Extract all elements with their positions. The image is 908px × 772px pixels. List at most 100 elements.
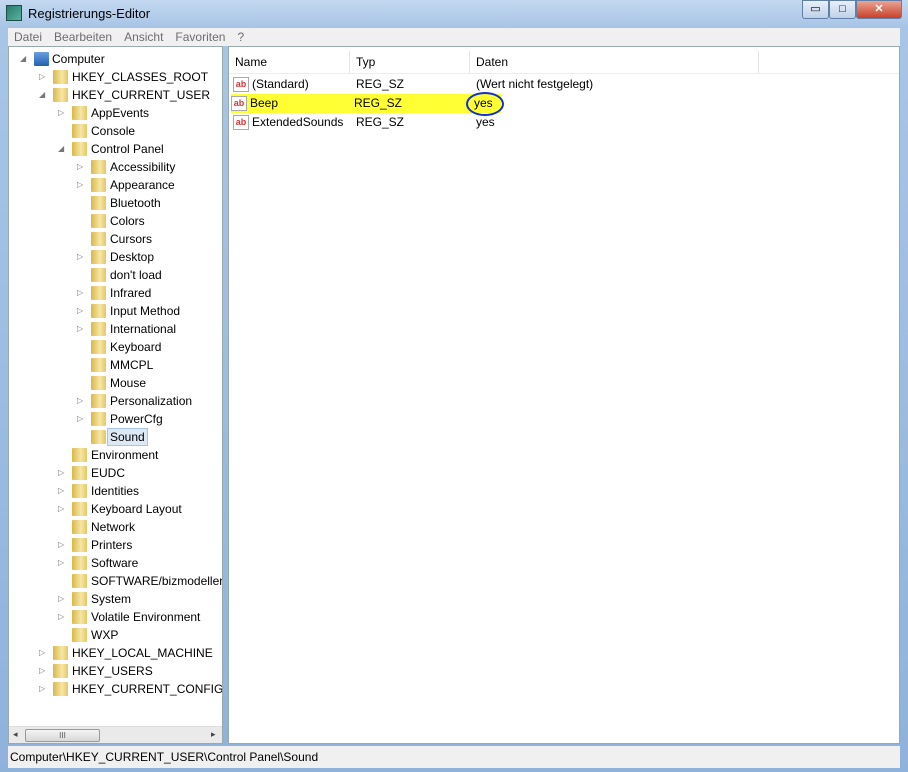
key-tree-pane: ◢ Computer ▷ HKEY_CLASSES_ROOT ◢ HKEY_CURRENT…: [8, 46, 223, 744]
menu-datei[interactable]: Datei: [14, 28, 48, 46]
collapsed-arrow-icon[interactable]: ▷: [77, 410, 87, 428]
collapsed-arrow-icon[interactable]: ▷: [77, 176, 87, 194]
tree-node-label: Software: [91, 556, 139, 570]
collapsed-arrow-icon[interactable]: ▷: [77, 248, 87, 266]
tree-node[interactable]: MMCPL: [9, 356, 222, 374]
menu-ansicht[interactable]: Ansicht: [124, 28, 169, 46]
tree-node[interactable]: ▷ Keyboard Layout: [9, 500, 222, 518]
tree-node[interactable]: ◢ Computer: [9, 50, 222, 68]
tree-node-label: HKEY_CURRENT_USER: [72, 88, 211, 102]
tree-node[interactable]: Environment: [9, 446, 222, 464]
menu-bar: Datei Bearbeiten Ansicht Favoriten ?: [8, 28, 900, 46]
tree-node[interactable]: Colors: [9, 212, 222, 230]
folder-icon: [91, 250, 106, 264]
folder-icon: [72, 520, 87, 534]
tree-node-label: HKEY_CURRENT_CONFIG: [72, 682, 223, 696]
menu-bearbeiten[interactable]: Bearbeiten: [54, 28, 118, 46]
tree-node[interactable]: ▷ Printers: [9, 536, 222, 554]
tree-node-label: Cursors: [110, 232, 153, 246]
minimize-button[interactable]: ▭: [802, 0, 829, 19]
tree-node[interactable]: ▷ HKEY_USERS: [9, 662, 222, 680]
collapsed-arrow-icon[interactable]: ▷: [39, 644, 49, 662]
tree-node[interactable]: Cursors: [9, 230, 222, 248]
collapsed-arrow-icon[interactable]: ▷: [58, 500, 68, 518]
tree-node[interactable]: ◢ HKEY_CURRENT_USER: [9, 86, 222, 104]
close-button[interactable]: ✕: [856, 0, 902, 19]
value-row[interactable]: ab (Standard) REG_SZ (Wert nicht festgelegt…: [233, 75, 901, 94]
collapsed-arrow-icon[interactable]: ▷: [77, 320, 87, 338]
tree-node[interactable]: ▷ Software: [9, 554, 222, 572]
tree-node[interactable]: ▷ Volatile Environment: [9, 608, 222, 626]
tree-node[interactable]: ▷ Desktop: [9, 248, 222, 266]
folder-icon: [72, 592, 87, 606]
expanded-arrow-icon[interactable]: ◢: [20, 50, 30, 68]
expanded-arrow-icon[interactable]: ◢: [39, 86, 49, 104]
tree-node-label: Mouse: [110, 376, 147, 390]
collapsed-arrow-icon[interactable]: ▷: [58, 464, 68, 482]
folder-icon: [72, 574, 87, 588]
tree-node[interactable]: ▷ Identities: [9, 482, 222, 500]
scrollbar-thumb[interactable]: III: [25, 729, 100, 742]
collapsed-arrow-icon[interactable]: ▷: [77, 158, 87, 176]
scroll-right-icon[interactable]: ▸: [211, 729, 216, 740]
collapsed-arrow-icon[interactable]: ▷: [77, 392, 87, 410]
expanded-arrow-icon[interactable]: ◢: [58, 140, 68, 158]
tree-node-label: Colors: [110, 214, 145, 228]
tree-node-label: International: [110, 322, 177, 336]
tree-node[interactable]: Mouse: [9, 374, 222, 392]
collapsed-arrow-icon[interactable]: ▷: [39, 68, 49, 86]
collapsed-arrow-icon[interactable]: ▷: [58, 554, 68, 572]
tree-node[interactable]: Network: [9, 518, 222, 536]
folder-icon: [72, 124, 87, 138]
tree-node[interactable]: Keyboard: [9, 338, 222, 356]
tree-node[interactable]: ▷ HKEY_CLASSES_ROOT: [9, 68, 222, 86]
column-header-name[interactable]: Name: [229, 51, 350, 73]
value-row[interactable]: ab ExtendedSounds REG_SZ yes: [233, 113, 901, 132]
tree-node[interactable]: ▷ Personalization: [9, 392, 222, 410]
tree-node[interactable]: WXP: [9, 626, 222, 644]
tree-node[interactable]: Sound: [9, 428, 222, 446]
column-header-type[interactable]: Typ: [350, 51, 470, 73]
tree-node[interactable]: ▷ International: [9, 320, 222, 338]
tree-node[interactable]: ▷ EUDC: [9, 464, 222, 482]
folder-icon: [72, 142, 87, 156]
collapsed-arrow-icon[interactable]: ▷: [77, 284, 87, 302]
tree-node[interactable]: ▷ PowerCfg: [9, 410, 222, 428]
tree-node[interactable]: ◢ Control Panel: [9, 140, 222, 158]
tree-node[interactable]: ▷ AppEvents: [9, 104, 222, 122]
string-value-icon: ab: [231, 96, 247, 111]
menu-favoriten[interactable]: Favoriten: [175, 28, 231, 46]
tree-node-label: don't load: [110, 268, 162, 282]
tree-node[interactable]: ▷ HKEY_CURRENT_CONFIG: [9, 680, 222, 698]
folder-icon: [91, 214, 106, 228]
collapsed-arrow-icon[interactable]: ▷: [39, 680, 49, 698]
tree-node[interactable]: Bluetooth: [9, 194, 222, 212]
collapsed-arrow-icon[interactable]: ▷: [39, 662, 49, 680]
collapsed-arrow-icon[interactable]: ▷: [58, 590, 68, 608]
folder-icon: [91, 322, 106, 336]
menu-help[interactable]: ?: [237, 28, 250, 46]
tree-node[interactable]: ▷ Appearance: [9, 176, 222, 194]
collapsed-arrow-icon[interactable]: ▷: [77, 302, 87, 320]
tree-node[interactable]: ▷ Input Method: [9, 302, 222, 320]
tree-node-label: Accessibility: [110, 160, 176, 174]
tree-node-label: WXP: [91, 628, 119, 642]
tree-horizontal-scrollbar[interactable]: ◂ III ▸: [9, 726, 222, 743]
collapsed-arrow-icon[interactable]: ▷: [58, 104, 68, 122]
tree-node[interactable]: ▷ System: [9, 590, 222, 608]
tree-node-label: Keyboard Layout: [91, 502, 182, 516]
computer-icon: [34, 52, 49, 66]
collapsed-arrow-icon[interactable]: ▷: [58, 608, 68, 626]
collapsed-arrow-icon[interactable]: ▷: [58, 536, 68, 554]
maximize-button[interactable]: □: [829, 0, 856, 19]
collapsed-arrow-icon[interactable]: ▷: [58, 482, 68, 500]
tree-node[interactable]: ▷ HKEY_LOCAL_MACHINE: [9, 644, 222, 662]
tree-node[interactable]: don't load: [9, 266, 222, 284]
tree-node[interactable]: ▷ Infrared: [9, 284, 222, 302]
value-row[interactable]: ab Beep REG_SZ yes: [231, 92, 504, 116]
scroll-left-icon[interactable]: ◂: [13, 729, 18, 740]
tree-node[interactable]: Console: [9, 122, 222, 140]
tree-node[interactable]: SOFTWARE/bizmodeller/: [9, 572, 222, 590]
tree-node[interactable]: ▷ Accessibility: [9, 158, 222, 176]
column-header-data[interactable]: Daten: [470, 51, 759, 73]
